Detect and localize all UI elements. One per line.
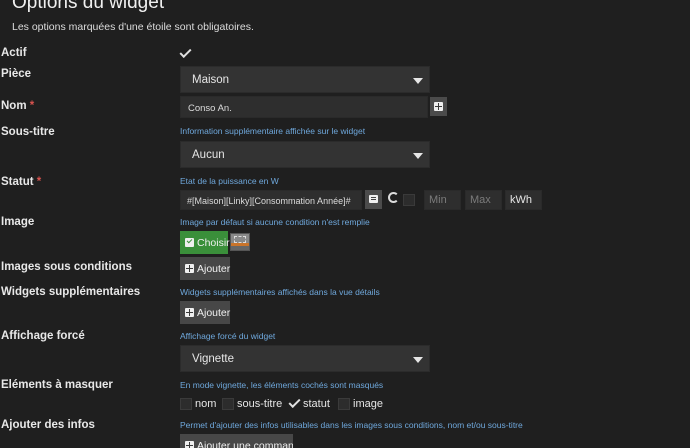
statut-min-input[interactable]: Min: [424, 190, 461, 210]
hide-nom-checkbox[interactable]: [180, 398, 192, 410]
affichage-force-select-value: Vignette: [192, 353, 234, 365]
caret-down-icon: [413, 153, 423, 159]
add-condition-image-label: Ajouter: [197, 263, 231, 275]
list-icon: [369, 195, 378, 203]
sous-titre-select-value: Aucun: [192, 149, 225, 161]
add-condition-image-button[interactable]: Ajouter: [180, 257, 230, 280]
required-star: *: [29, 100, 35, 112]
statut-label: Statut *: [1, 176, 41, 188]
sous-titre-help: Information supplémentaire affichée sur …: [180, 126, 366, 136]
ajouter-infos-label: Ajouter des infos: [1, 419, 95, 431]
statut-max-placeholder: Max: [470, 194, 491, 206]
hide-image-label: image: [353, 398, 383, 410]
plus-square-icon: [434, 102, 443, 111]
hide-statut-checkbox[interactable]: [287, 395, 301, 410]
plus-square-icon: [185, 441, 194, 448]
elements-masquer-label: Eléments à masquer: [1, 379, 113, 391]
plus-square-icon: [185, 308, 194, 317]
statut-max-input[interactable]: Max: [465, 190, 502, 210]
nom-add-button[interactable]: [430, 97, 447, 116]
add-command-label: Ajouter une commande: [197, 440, 293, 448]
ajouter-infos-help: Permet d'ajouter des infos utilisables d…: [180, 420, 523, 430]
statut-input[interactable]: #[Maison][Linky][Consommation Année]#: [180, 190, 362, 210]
images-conditions-label: Images sous conditions: [1, 261, 132, 273]
statut-label-text: Statut: [1, 176, 34, 188]
check-icon: [179, 45, 192, 59]
required-star: *: [36, 176, 42, 188]
refresh-icon[interactable]: [388, 192, 399, 203]
nom-label-text: Nom: [1, 100, 27, 112]
widgets-supp-label: Widgets supplémentaires: [1, 286, 141, 298]
image-thumbnail[interactable]: [230, 233, 250, 251]
widgets-supp-help: Widgets supplémentaires affichés dans la…: [180, 287, 380, 297]
actif-label: Actif: [1, 47, 27, 59]
check-icon: [288, 395, 301, 409]
choose-image-label: Choisir: [197, 237, 230, 249]
hide-statut-label: statut: [303, 398, 330, 410]
page-subtitle: Les options marquées d'une étoile sont o…: [12, 21, 254, 33]
sous-titre-select[interactable]: Aucun: [180, 141, 430, 168]
hide-image-checkbox[interactable]: [338, 398, 350, 410]
caret-down-icon: [413, 78, 423, 84]
hide-nom-label: nom: [195, 398, 217, 410]
add-widget-button[interactable]: Ajouter: [180, 301, 230, 324]
statut-checkbox[interactable]: [403, 194, 415, 206]
piece-select-value: Maison: [192, 74, 230, 86]
choose-image-button[interactable]: Choisir: [180, 231, 230, 254]
piece-label: Pièce: [1, 68, 32, 80]
statut-input-value: #[Maison][Linky][Consommation Année]#: [187, 196, 351, 206]
hide-sous-titre-checkbox[interactable]: [222, 398, 234, 410]
nom-input[interactable]: Conso An.: [180, 96, 428, 118]
statut-unit-input[interactable]: kWh: [505, 190, 542, 210]
statut-list-button[interactable]: [365, 190, 382, 209]
add-widget-label: Ajouter: [197, 307, 231, 319]
statut-min-placeholder: Min: [429, 194, 447, 206]
caret-down-icon: [413, 357, 423, 363]
elements-masquer-help: En mode vignette, les éléments cochés so…: [180, 380, 384, 390]
affichage-force-select[interactable]: Vignette: [180, 345, 430, 372]
page-title: Options du widget: [12, 0, 165, 13]
add-command-button[interactable]: Ajouter une commande: [180, 434, 293, 448]
image-label: Image: [1, 216, 35, 228]
nom-input-value: Conso An.: [188, 103, 232, 114]
sous-titre-label: Sous-titre: [1, 126, 55, 138]
affichage-force-help: Affichage forcé du widget: [180, 331, 276, 341]
plus-square-icon: [185, 264, 194, 273]
statut-unit-value: kWh: [510, 194, 532, 206]
image-help: Image par défaut si aucune condition n'e…: [180, 217, 370, 227]
hide-sous-titre-label: sous-titre: [237, 398, 283, 410]
piece-select[interactable]: Maison: [180, 66, 430, 93]
actif-checkbox[interactable]: [178, 45, 192, 60]
statut-help: Etat de la puissance en W: [180, 176, 279, 186]
nom-label: Nom *: [1, 100, 34, 112]
affichage-force-label: Affichage forcé: [1, 330, 85, 342]
check-square-icon: [185, 237, 194, 247]
